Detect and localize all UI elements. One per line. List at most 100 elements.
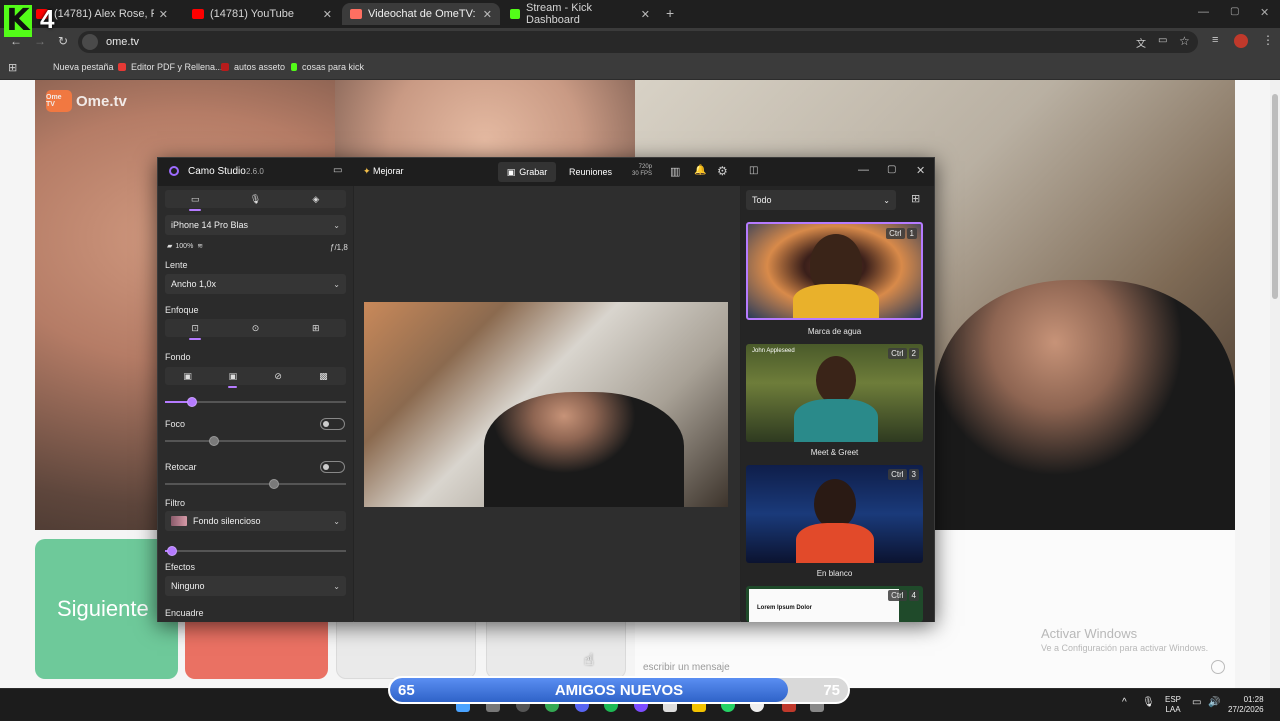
chevron-down-icon: ⌄ (333, 581, 340, 591)
network-icon[interactable]: ▭ (1192, 697, 1201, 708)
enhance-button[interactable]: ✦ Mejorar (363, 166, 404, 177)
cast-icon[interactable]: ▭ (1158, 35, 1167, 46)
close-icon[interactable]: ✕ (916, 164, 925, 177)
chevron-up-icon[interactable]: ^ (1122, 697, 1127, 708)
close-window-icon[interactable]: ✕ (1260, 6, 1269, 19)
chevron-down-icon: ⌄ (333, 220, 340, 230)
background-replace-icon[interactable]: ▩ (301, 367, 346, 385)
preset-card-1[interactable]: Ctrl 1 (746, 222, 923, 320)
grid-view-icon[interactable]: ⊞ (911, 192, 920, 205)
effects-select[interactable]: Ninguno ⌄ (165, 576, 346, 596)
new-tab-button[interactable]: + (666, 5, 674, 21)
forward-icon[interactable]: → (34, 34, 46, 48)
goal-label: AMIGOS NUEVOS (554, 682, 684, 699)
bookmark-kick[interactable]: cosas para kick (291, 62, 364, 72)
settings-tabs: ▭ 🎙 ◈ (165, 190, 346, 211)
bookmark-new-tab[interactable]: Nueva pestaña (53, 62, 114, 72)
site-info-icon[interactable] (82, 34, 98, 50)
volume-icon[interactable]: 🔊 (1208, 697, 1220, 708)
retouch-slider[interactable] (165, 479, 346, 489)
tab-kick-dashboard[interactable]: Stream - Kick Dashboard ✕ (502, 2, 658, 26)
chevron-down-icon: ⌄ (883, 195, 890, 205)
camera-tab-icon[interactable]: ▭ (165, 190, 225, 211)
preset-filter-select[interactable]: Todo ⌄ (746, 190, 896, 210)
camo-preview-area (354, 186, 740, 622)
foco-slider[interactable] (165, 436, 346, 446)
face-focus-icon[interactable]: ⊙ (225, 319, 285, 337)
columns-icon[interactable]: ▥ (670, 165, 680, 178)
kick-logo: K (4, 5, 32, 37)
device-status: ▰ 100% ≋ (167, 242, 204, 251)
filter-select[interactable]: Fondo silencioso ⌄ (165, 511, 346, 531)
page-scrollbar[interactable] (1270, 80, 1280, 688)
close-tab-icon[interactable]: ✕ (641, 8, 650, 21)
apps-grid-icon[interactable]: ⊞ (8, 61, 17, 74)
microphone-icon[interactable]: 🎙 (1142, 697, 1155, 708)
background-blur-icon[interactable]: ▣ (210, 367, 255, 388)
panel-toggle-icon[interactable]: ◫ (749, 165, 758, 176)
tab-ometv[interactable]: Videochat de OmeTV: una ✕ (342, 3, 500, 25)
input-language[interactable]: ESP LAA (1165, 695, 1181, 715)
sidebar-toggle-icon[interactable]: ▭ (333, 165, 342, 176)
device-select[interactable]: iPhone 14 Pro Blas ⌄ (165, 215, 346, 235)
chevron-down-icon: ⌄ (333, 279, 340, 289)
preset-card-2[interactable]: John Appleseed Ctrl 2 (746, 344, 923, 442)
bookmark-star-icon[interactable]: ☆ (1179, 34, 1190, 48)
close-tab-icon[interactable]: ✕ (159, 8, 168, 21)
background-none-icon[interactable]: ▣ (165, 367, 210, 385)
minimize-window-icon[interactable]: — (1198, 6, 1209, 18)
browser-tab-bar: (14781) Alex Rose, Rauw Al ✕ (14781) You… (0, 0, 1280, 28)
ometv-badge-icon: Ome TV (46, 90, 72, 112)
close-tab-icon[interactable]: ✕ (483, 8, 492, 21)
background-remove-icon[interactable]: ⊘ (256, 367, 301, 385)
background-slider[interactable] (165, 397, 346, 407)
gear-icon[interactable]: ⚙ (717, 164, 728, 178)
translate-icon[interactable]: 文 (1136, 35, 1146, 50)
clock[interactable]: 01:28 27/2/2026 (1228, 695, 1264, 715)
bookmark-autos[interactable]: autos asseto (221, 62, 285, 72)
profile-avatar[interactable] (1234, 34, 1248, 48)
goal-target: 75 (823, 682, 840, 699)
retouch-toggle[interactable] (320, 461, 345, 473)
kick-icon (510, 9, 520, 19)
bookmark-pdf-editor[interactable]: Editor PDF y Rellena... (118, 62, 223, 72)
focus-mode-tabs: ⊡ ⊙ ⊞ (165, 319, 346, 340)
address-bar[interactable]: ome.tv (78, 31, 1198, 53)
preset-card-3[interactable]: Ctrl 3 (746, 465, 923, 563)
camo-settings-panel: ▭ 🎙 ◈ iPhone 14 Pro Blas ⌄ ▰ 100% ≋ ƒ/1,8… (158, 186, 353, 622)
wifi-icon: ≋ (197, 243, 204, 250)
close-tab-icon[interactable]: ✕ (323, 8, 332, 21)
camo-studio-window: Camo Studio 2.6.0 ▭ ✦ Mejorar ▣ Grabar Re… (157, 157, 935, 622)
foco-toggle[interactable] (320, 418, 345, 430)
maximize-window-icon[interactable]: ▢ (1230, 6, 1239, 17)
pdf-icon (118, 63, 126, 71)
maximize-icon[interactable]: ▢ (887, 164, 896, 175)
resolution-indicator[interactable]: 720p 30 FPS (632, 164, 652, 178)
emoji-icon[interactable] (1211, 660, 1225, 674)
menu-icon[interactable]: ⋮ (1262, 33, 1274, 47)
tab-youtube[interactable]: (14781) YouTube ✕ (184, 3, 340, 25)
reading-list-icon[interactable]: ≡ (1212, 34, 1218, 46)
message-input[interactable]: escribir un mensaje (643, 662, 730, 673)
filter-slider[interactable] (165, 546, 346, 556)
bell-icon[interactable]: 🔔 (694, 165, 706, 176)
minimize-icon[interactable]: — (858, 164, 869, 176)
activate-windows-watermark: Activar Windows Ve a Configuración para … (1041, 626, 1209, 653)
follower-goal-bar: 65 AMIGOS NUEVOS 75 (388, 676, 850, 704)
camera-preview (364, 302, 728, 507)
stream-overlay-number: 4 (40, 4, 55, 34)
chevron-down-icon: ⌄ (333, 516, 340, 526)
meetings-button[interactable]: Reuniones (569, 167, 612, 177)
preset-card-4[interactable]: Lorem Ipsum Dolor Ctrl 4 (746, 586, 923, 622)
record-button[interactable]: ▣ Grabar (498, 162, 556, 182)
camo-title-bar: Camo Studio 2.6.0 ▭ ✦ Mejorar ▣ Grabar Re… (158, 158, 934, 186)
manual-focus-icon[interactable]: ⊞ (286, 319, 346, 337)
background-mode-tabs: ▣ ▣ ⊘ ▩ (165, 367, 346, 388)
microphone-tab-icon[interactable]: 🎙 (225, 190, 285, 208)
lens-select[interactable]: Ancho 1,0x ⌄ (165, 274, 346, 294)
layers-tab-icon[interactable]: ◈ (286, 190, 346, 208)
bookmarks-bar: ⊞ Nueva pestaña Editor PDF y Rellena... … (0, 56, 1280, 80)
reload-icon[interactable]: ↻ (58, 34, 68, 48)
ometv-logo: Ome TV Ome.tv (46, 90, 127, 112)
auto-focus-icon[interactable]: ⊡ (165, 319, 225, 340)
